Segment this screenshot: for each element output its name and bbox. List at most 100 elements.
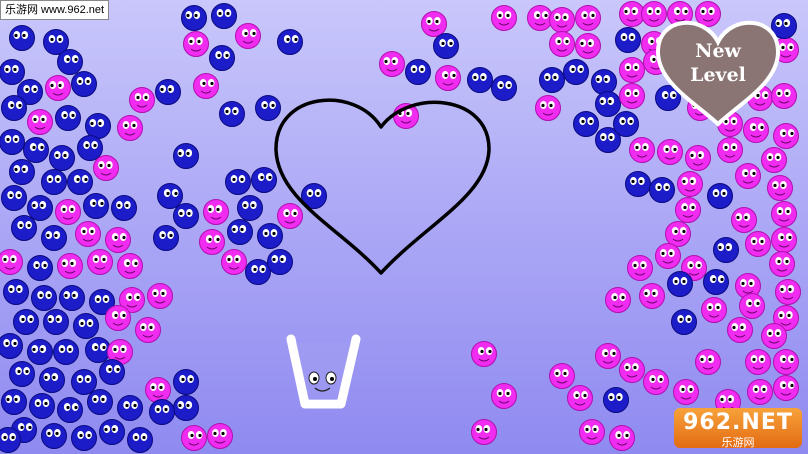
blue-ball-icon [405, 59, 431, 85]
pink-ball-icon [629, 137, 655, 163]
blue-ball-icon [57, 49, 83, 75]
pink-ball-icon [731, 207, 757, 233]
blue-ball-icon [83, 193, 109, 219]
pink-ball-icon [747, 379, 773, 405]
pink-ball-icon [655, 243, 681, 269]
watermark-bottom: 962.NET 乐游网 [674, 408, 802, 449]
pink-ball-icon [739, 293, 765, 319]
pink-ball-icon [727, 317, 753, 343]
pink-ball-icon [379, 51, 405, 77]
pink-ball-icon [55, 199, 81, 225]
blue-ball-icon [49, 145, 75, 171]
blue-ball-icon [563, 59, 589, 85]
pink-ball-icon [491, 5, 517, 31]
blue-ball-icon [257, 223, 283, 249]
blue-ball-icon [9, 159, 35, 185]
blue-ball-icon [27, 339, 53, 365]
pink-ball-icon [207, 423, 233, 449]
blue-ball-icon [713, 237, 739, 263]
blue-ball-icon [267, 249, 293, 275]
blue-ball-icon [13, 309, 39, 335]
pink-ball-icon [435, 65, 461, 91]
blue-ball-icon [71, 71, 97, 97]
pink-ball-icon [701, 297, 727, 323]
pink-ball-icon [695, 349, 721, 375]
blue-ball-icon [211, 3, 237, 29]
pink-ball-icon [199, 229, 225, 255]
blue-ball-icon [625, 171, 651, 197]
pink-ball-icon [761, 323, 787, 349]
blue-ball-icon [43, 309, 69, 335]
blue-ball-icon [1, 95, 27, 121]
blue-ball-icon [27, 255, 53, 281]
pink-ball-icon [745, 231, 771, 257]
blue-ball-icon [99, 419, 125, 445]
blue-ball-icon [591, 69, 617, 95]
pink-ball-icon [605, 287, 631, 313]
pink-ball-icon [643, 369, 669, 395]
blue-ball-icon [85, 337, 111, 363]
pink-ball-icon [549, 31, 575, 57]
pink-ball-icon [117, 115, 143, 141]
pink-ball-icon [761, 147, 787, 173]
pink-ball-icon [549, 363, 575, 389]
pink-ball-icon [773, 375, 799, 401]
blue-ball-icon [111, 195, 137, 221]
blue-ball-icon [0, 129, 25, 155]
blue-ball-icon [491, 75, 517, 101]
pink-ball-icon [619, 83, 645, 109]
blue-ball-icon [9, 361, 35, 387]
new-level-button[interactable]: New Level [652, 12, 784, 128]
pink-ball-icon [105, 227, 131, 253]
new-level-line2: Level [690, 64, 746, 86]
watermark-subtitle: 乐游网 [721, 436, 755, 449]
pink-ball-icon [471, 419, 497, 445]
pink-ball-icon [717, 137, 743, 163]
blue-ball-icon [71, 369, 97, 395]
pink-ball-icon [27, 109, 53, 135]
pink-ball-icon [627, 255, 653, 281]
blue-ball-icon [31, 285, 57, 311]
blue-ball-icon [117, 395, 143, 421]
cup-character-icon[interactable] [286, 334, 361, 409]
pink-ball-icon [579, 419, 605, 445]
blue-ball-icon [0, 333, 23, 359]
pink-ball-icon [235, 23, 261, 49]
blue-ball-icon [73, 313, 99, 339]
new-level-line1: New [695, 40, 741, 62]
blue-ball-icon [467, 67, 493, 93]
pink-ball-icon [145, 377, 171, 403]
pink-ball-icon [75, 221, 101, 247]
pink-ball-icon [685, 145, 711, 171]
pink-ball-icon [421, 11, 447, 37]
pink-ball-icon [567, 385, 593, 411]
blue-ball-icon [85, 113, 111, 139]
pink-ball-icon [619, 357, 645, 383]
pink-ball-icon [609, 425, 635, 451]
pink-ball-icon [135, 317, 161, 343]
pink-ball-icon [535, 95, 561, 121]
pink-ball-icon [775, 279, 801, 305]
blue-ball-icon [649, 177, 675, 203]
blue-ball-icon [227, 219, 253, 245]
blue-ball-icon [157, 183, 183, 209]
blue-ball-icon [155, 79, 181, 105]
pink-ball-icon [771, 201, 797, 227]
blue-ball-icon [245, 259, 271, 285]
blue-ball-icon [209, 45, 235, 71]
blue-ball-icon [23, 137, 49, 163]
pink-ball-icon [277, 203, 303, 229]
pink-ball-icon [595, 343, 621, 369]
blue-ball-icon [225, 169, 251, 195]
blue-ball-icon [153, 225, 179, 251]
blue-ball-icon [539, 67, 565, 93]
pink-ball-icon [549, 7, 575, 33]
blue-ball-icon [613, 111, 639, 137]
pink-ball-icon [745, 349, 771, 375]
blue-ball-icon [41, 225, 67, 251]
blue-ball-icon [237, 195, 263, 221]
pink-ball-icon [45, 75, 71, 101]
blue-ball-icon [59, 285, 85, 311]
blue-ball-icon [181, 5, 207, 31]
pink-ball-icon [105, 305, 131, 331]
